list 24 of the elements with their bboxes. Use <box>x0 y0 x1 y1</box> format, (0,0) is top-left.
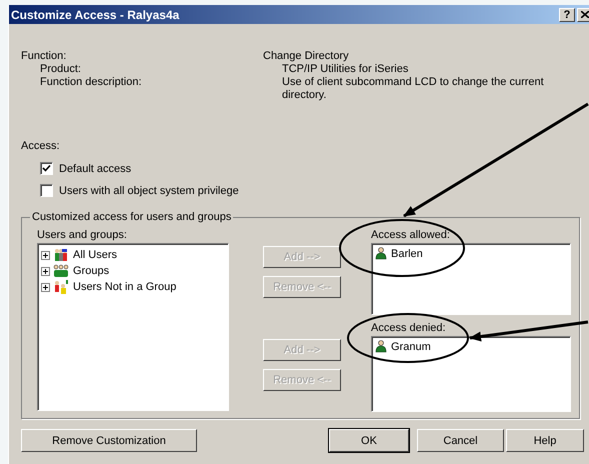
detail-value: Use of client subcommand LCD to change the current directory. <box>282 76 545 102</box>
checkbox-label: Users with all object system privilege <box>59 184 239 196</box>
dialog-button[interactable]: OK <box>329 429 409 452</box>
checkbox-label: Default access <box>59 162 132 174</box>
tree-item[interactable]: Groups <box>73 265 110 277</box>
window-title: Customize Access - Ralyas4a <box>11 8 180 22</box>
dialog-button[interactable]: Remove Customization <box>21 429 197 452</box>
access-label: Access: <box>21 140 60 153</box>
detail-label: Function description: <box>39 76 142 90</box>
tree-item[interactable]: Users Not in a Group <box>73 281 176 293</box>
dialog-button[interactable]: Help <box>506 429 584 452</box>
help-button[interactable]: ? <box>559 8 575 22</box>
tree-item[interactable]: All Users <box>73 249 118 261</box>
list-label: Access denied: <box>371 322 446 335</box>
detail-value: TCP/IP Utilities for iSeries <box>282 63 410 76</box>
group-title: Customized access for users and groups <box>31 211 232 223</box>
list-label: Users and groups: <box>37 229 127 242</box>
list-item[interactable]: Barlen <box>391 248 423 260</box>
function-label: Function: <box>21 50 68 63</box>
detail-label: Product: <box>39 63 82 76</box>
list-label: Access allowed: <box>371 229 450 242</box>
list-item[interactable]: Granum <box>391 340 431 352</box>
dialog-button[interactable]: Cancel <box>417 429 504 452</box>
function-value: Change Directory <box>263 50 350 63</box>
